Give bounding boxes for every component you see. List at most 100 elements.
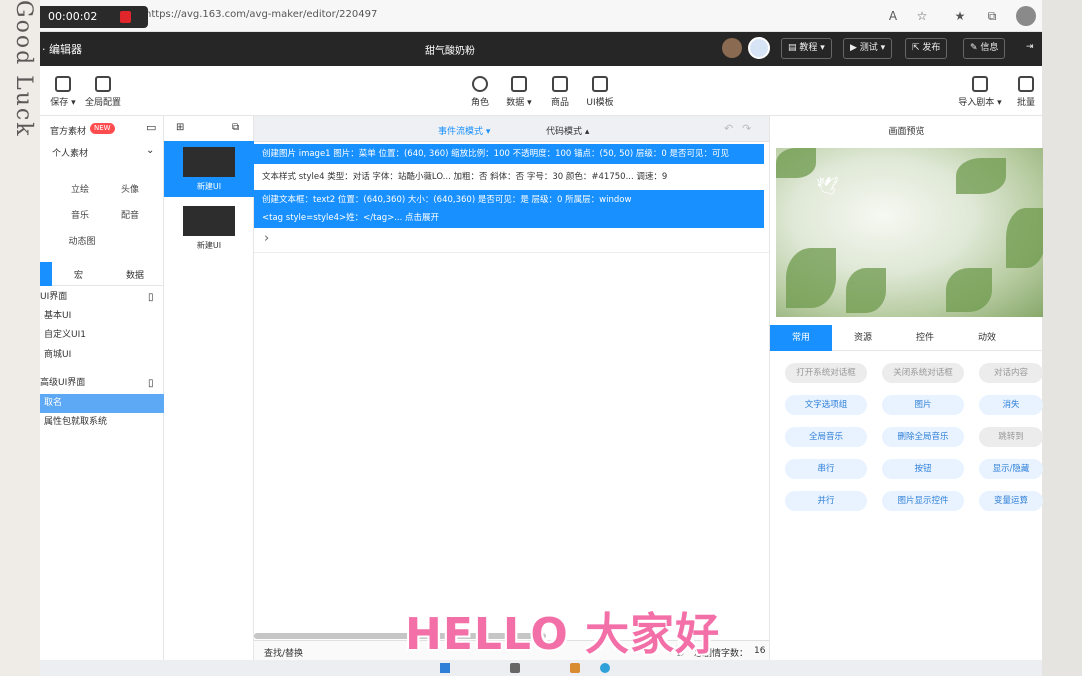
command-global-music[interactable]: 全局音乐 xyxy=(785,427,867,447)
ui-thumbnail[interactable]: 新建UI xyxy=(164,141,254,197)
url-input[interactable]: https://avg.163.com/avg-maker/editor/220… xyxy=(145,9,377,20)
record-stop-icon[interactable] xyxy=(120,11,131,23)
command-text-options[interactable]: 文字选项组 xyxy=(785,395,867,415)
publish-button[interactable]: ⇱ 发布 xyxy=(905,38,948,59)
tree-item-custom-ui1[interactable]: 自定义UI1 xyxy=(40,326,164,345)
find-replace-button[interactable]: 查找/替换 xyxy=(264,646,303,659)
tree-item-naming[interactable]: 取名 xyxy=(40,394,164,413)
command-button[interactable]: 按钮 xyxy=(882,459,964,479)
ui-thumbnail-image xyxy=(183,206,235,236)
os-taskbar xyxy=(40,660,1042,676)
add-ui-icon[interactable]: ⊞ xyxy=(176,122,184,133)
batch-button[interactable]: 批量 xyxy=(1010,76,1042,108)
category-portrait[interactable]: 立绘 xyxy=(62,182,98,195)
global-config-button[interactable]: 全局配置 xyxy=(80,76,126,108)
tree-item-advanced-ui[interactable]: 高级UI界面 xyxy=(40,374,164,393)
browser-profile-avatar[interactable] xyxy=(1016,6,1036,26)
taskbar-app-icon[interactable] xyxy=(510,663,520,673)
command-show-hide[interactable]: 显示/隐藏 xyxy=(979,459,1043,479)
app-header: · 编辑器 甜气酸奶粉 ▤ 教程 ▾ ▶ 测试 ▾ ⇱ 发布 ✎ 信息 ⇥ xyxy=(40,32,1042,66)
import-script-button[interactable]: 导入剧本 ▾ xyxy=(952,76,1008,108)
paper-right xyxy=(1042,0,1082,676)
flow-row-create-image[interactable]: 创建图片 image1 图片：菜单 位置：(640, 360) 缩放比例：100… xyxy=(254,144,764,164)
ui-thumbnail[interactable]: 新建UI xyxy=(164,200,254,256)
flow-row-text-style[interactable]: 文本样式 style4 类型：对话 字体：站酷小薇LO... 加粗：否 斜体：否… xyxy=(254,167,764,187)
command-delete-global-music[interactable]: 删除全局音乐 xyxy=(882,427,964,447)
tree-item-basic-ui[interactable]: 基本UI xyxy=(40,307,164,326)
leaf-decoration xyxy=(846,268,886,313)
personal-assets-select[interactable]: 个人素材 ⌄ xyxy=(52,145,160,166)
command-parallel[interactable]: 并行 xyxy=(785,491,867,511)
tree-item-ui-screen[interactable]: UI界面 xyxy=(40,288,164,307)
redo-icon[interactable]: ↷ xyxy=(742,122,751,135)
category-music[interactable]: 音乐 xyxy=(62,208,98,221)
bird-icon: 🕊 xyxy=(816,176,839,197)
template-icon xyxy=(592,76,608,92)
copy-ui-icon[interactable]: ⧉ xyxy=(232,122,239,133)
tab-event-flow[interactable]: 事件流模式 ▾ xyxy=(438,124,490,137)
command-jump[interactable]: 跳转到 xyxy=(979,427,1043,447)
command-serial[interactable]: 串行 xyxy=(785,459,867,479)
tab-common[interactable]: 常用 xyxy=(770,325,832,351)
tutorial-button[interactable]: ▤ 教程 ▾ xyxy=(781,38,832,59)
category-voice[interactable]: 配音 xyxy=(112,208,148,221)
command-variable-operation[interactable]: 变量运算 xyxy=(979,491,1043,511)
ui-template-button[interactable]: UI模板 xyxy=(577,76,623,108)
add-file-icon[interactable]: ▯ xyxy=(148,378,154,389)
read-aloud-icon[interactable]: A xyxy=(885,8,901,24)
flow-mode-tabs: 事件流模式 ▾ 代码模式 ▴ ↶ ↷ xyxy=(254,116,769,142)
asset-panel: 官方素材 NEW ▭ 个人素材 ⌄ 立绘 头像 音乐 配音 动态图 宏 数据 U… xyxy=(40,116,164,660)
tab-effects[interactable]: 动效 xyxy=(956,325,1018,351)
command-tabs: 常用 资源 控件 动效 xyxy=(770,325,1043,351)
personal-select-label: 个人素材 xyxy=(52,149,89,159)
app-title: · 编辑器 xyxy=(42,43,82,56)
add-file-icon[interactable]: ▯ xyxy=(148,292,154,303)
tree-item-shop-ui[interactable]: 商城UI xyxy=(40,346,164,365)
preview-title: 画面预览 xyxy=(888,127,925,137)
windows-start-icon[interactable] xyxy=(440,663,450,673)
info-button[interactable]: ✎ 信息 xyxy=(963,38,1006,59)
taskbar-app-icon[interactable] xyxy=(570,663,580,673)
bag-icon xyxy=(552,76,568,92)
command-dialog-content[interactable]: 对话内容 xyxy=(979,363,1043,383)
data-button[interactable]: 数据 ▾ xyxy=(496,76,542,108)
leaf-decoration xyxy=(786,248,836,308)
tab-controls[interactable]: 控件 xyxy=(894,325,956,351)
command-disappear[interactable]: 消失 xyxy=(979,395,1043,415)
ui-thumbnail-label: 新建UI xyxy=(196,241,222,250)
collaborator-avatar[interactable] xyxy=(748,37,770,59)
tab-resources[interactable]: 资源 xyxy=(832,325,894,351)
folder-icon[interactable]: ▭ xyxy=(146,121,156,134)
command-image[interactable]: 图片 xyxy=(882,395,964,415)
flow-row-create-textbox[interactable]: 创建文本框：text2 位置：(640,360) 大小：(640,360) 是否… xyxy=(254,190,764,228)
test-button[interactable]: ▶ 测试 ▾ xyxy=(843,38,893,59)
favorites-add-icon[interactable]: ☆ xyxy=(914,8,930,24)
tree-item-attribute-system[interactable]: 属性包就取系统 xyxy=(40,413,164,432)
command-close-dialog[interactable]: 关闭系统对话框 xyxy=(882,363,964,383)
favorites-icon[interactable]: ★ xyxy=(952,8,968,24)
tab-code-mode[interactable]: 代码模式 ▴ xyxy=(546,124,589,137)
collections-icon[interactable]: ⧉ xyxy=(984,8,1000,24)
flow-empty-area[interactable] xyxy=(254,252,769,630)
undo-icon[interactable]: ↶ xyxy=(724,122,733,135)
ui-thumbnail-label: 新建UI xyxy=(196,182,222,191)
tab-data[interactable]: 数据 xyxy=(126,268,144,281)
command-open-dialog[interactable]: 打开系统对话框 xyxy=(785,363,867,383)
recording-time: 00:00:02 xyxy=(48,10,98,23)
person-icon xyxy=(472,76,488,92)
tab-macro[interactable]: 宏 xyxy=(74,268,83,281)
new-badge: NEW xyxy=(90,123,115,134)
leaf-decoration xyxy=(776,148,816,178)
exit-icon[interactable]: ⇥ xyxy=(1020,38,1040,59)
category-avatar[interactable]: 头像 xyxy=(112,182,148,195)
chevron-right-icon[interactable]: › xyxy=(264,231,269,246)
official-assets-title: 官方素材 xyxy=(50,127,87,137)
save-icon xyxy=(55,76,71,92)
command-image-display-control[interactable]: 图片显示控件 xyxy=(882,491,964,511)
list-icon xyxy=(95,76,111,92)
flow-row-textbox-tag: <tag style=style4>姓：</tag>... 点击展开 xyxy=(254,209,764,227)
taskbar-app-icon[interactable] xyxy=(600,663,610,673)
category-animation[interactable]: 动态图 xyxy=(62,234,102,247)
leaf-decoration xyxy=(956,158,1006,194)
user-avatar[interactable] xyxy=(722,38,742,58)
